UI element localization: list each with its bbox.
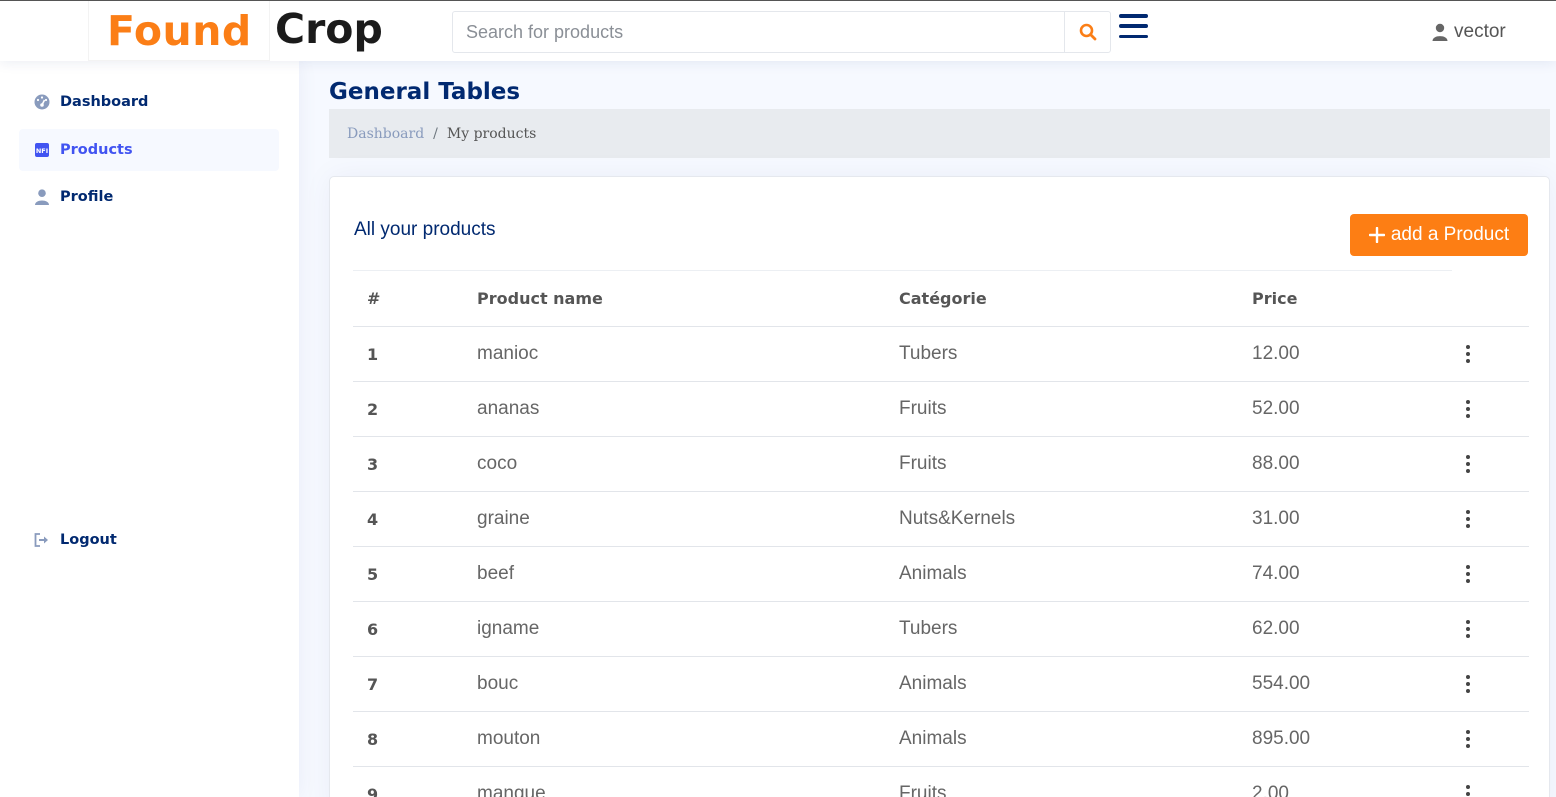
top-header: Found Crop vector [0,0,1556,61]
more-options-icon[interactable] [1464,400,1472,418]
more-options-icon[interactable] [1464,620,1472,638]
logout-icon [34,532,50,548]
search-button[interactable] [1064,12,1110,52]
product-category: Animals [899,711,1252,767]
more-options-icon[interactable] [1464,510,1472,528]
logo-found: Found [107,6,252,55]
column-header-category: Catégorie [899,270,1252,327]
breadcrumb-link-dashboard[interactable]: Dashboard [347,126,424,142]
product-category: Fruits [899,436,1252,492]
product-category: Animals [899,656,1252,712]
row-number: 2 [353,381,477,437]
row-number: 9 [353,766,477,797]
row-number: 6 [353,601,477,657]
more-options-icon[interactable] [1464,565,1472,583]
menu-toggle-icon[interactable] [1119,14,1148,38]
column-header-price: Price [1252,270,1452,327]
product-name: mouton [477,711,899,767]
sidebar-item-label: Logout [60,532,117,548]
user-menu[interactable]: vector [1432,21,1506,43]
product-price: 895.00 [1252,711,1452,767]
sidebar: Dashboard NFI Products Profile Logout [0,61,299,797]
card-title: All your products [354,219,496,240]
product-category: Animals [899,546,1252,602]
product-name: bouc [477,656,899,712]
logo-crop[interactable]: Crop [275,5,383,53]
plus-icon [1368,227,1385,243]
product-category: Tubers [899,601,1252,657]
user-name: vector [1454,21,1506,42]
sidebar-item-products[interactable]: NFI Products [19,129,279,171]
table-row[interactable]: 5 beef Animals 74.00 [353,546,1529,602]
breadcrumb: Dashboard / My products [329,109,1550,158]
product-price: 88.00 [1252,436,1452,492]
product-category: Tubers [899,326,1252,382]
row-number: 7 [353,656,477,712]
nfc-icon: NFI [34,142,50,158]
table-row[interactable]: 6 igname Tubers 62.00 [353,601,1529,657]
product-category: Fruits [899,766,1252,797]
sidebar-item-label: Products [60,142,133,158]
table-row[interactable]: 2 ananas Fruits 52.00 [353,381,1529,437]
product-price: 31.00 [1252,491,1452,547]
more-options-icon[interactable] [1464,455,1472,473]
row-number: 1 [353,326,477,382]
sidebar-item-profile[interactable]: Profile [19,176,279,218]
logo[interactable]: Found [88,1,270,61]
table-row[interactable]: 3 coco Fruits 88.00 [353,436,1529,492]
search-bar [452,11,1111,53]
table-row[interactable]: 8 mouton Animals 895.00 [353,711,1529,767]
product-price: 12.00 [1252,326,1452,382]
product-category: Nuts&Kernels [899,491,1252,547]
row-number: 3 [353,436,477,492]
table-row[interactable]: 7 bouc Animals 554.00 [353,656,1529,712]
search-input[interactable] [453,12,1064,52]
table-row[interactable]: 4 graine Nuts&Kernels 31.00 [353,491,1529,547]
breadcrumb-separator: / [433,125,438,142]
row-number: 8 [353,711,477,767]
sidebar-item-label: Profile [60,189,114,205]
more-options-icon[interactable] [1464,345,1472,363]
table-header-row: # Product name Catégorie Price [353,270,1529,327]
products-table: # Product name Catégorie Price 1 manioc … [353,270,1529,797]
products-card: All your products add a Product # Produc… [329,176,1550,797]
svg-text:NFI: NFI [36,147,48,155]
product-price: 554.00 [1252,656,1452,712]
dashboard-icon [34,94,50,110]
breadcrumb-current: My products [446,125,537,142]
sidebar-item-logout[interactable]: Logout [19,519,279,561]
product-price: 62.00 [1252,601,1452,657]
row-number: 4 [353,491,477,547]
sidebar-item-label: Dashboard [60,94,149,110]
product-name: coco [477,436,899,492]
add-product-label: add a Product [1390,224,1510,245]
column-header-product-name: Product name [477,270,899,327]
more-options-icon[interactable] [1464,675,1472,693]
page-title: General Tables [329,79,521,105]
product-name: graine [477,491,899,547]
table-row[interactable]: 1 manioc Tubers 12.00 [353,326,1529,382]
add-product-button[interactable]: add a Product [1350,214,1528,256]
product-name: mangue [477,766,899,797]
more-options-icon[interactable] [1464,785,1472,797]
sidebar-item-dashboard[interactable]: Dashboard [19,81,279,123]
product-price: 2.00 [1252,766,1452,797]
product-category: Fruits [899,381,1252,437]
search-icon [1079,23,1096,41]
product-price: 74.00 [1252,546,1452,602]
table-row[interactable]: 9 mangue Fruits 2.00 [353,766,1529,797]
more-options-icon[interactable] [1464,730,1472,748]
column-header-actions [1452,270,1529,327]
column-header-number: # [353,270,477,327]
person-icon [34,189,50,205]
row-number: 5 [353,546,477,602]
product-name: ananas [477,381,899,437]
person-icon [1432,23,1448,41]
product-name: igname [477,601,899,657]
product-name: manioc [477,326,899,382]
product-name: beef [477,546,899,602]
product-price: 52.00 [1252,381,1452,437]
